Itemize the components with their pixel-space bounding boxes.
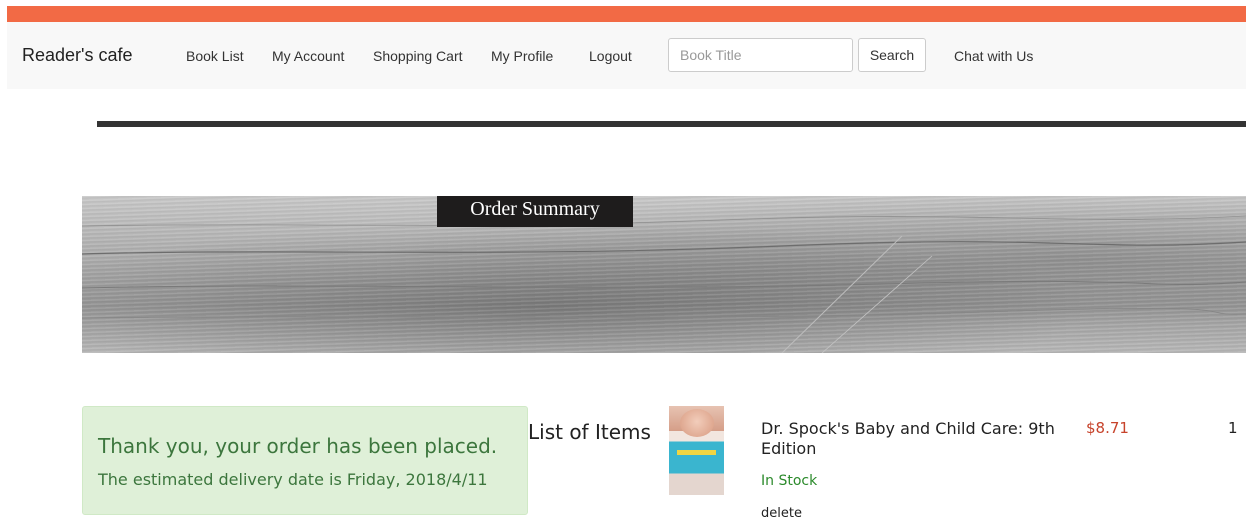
order-confirmation-alert: Thank you, your order has been placed. T… [82, 406, 528, 515]
item-price: $8.71 [1086, 419, 1129, 437]
item-title[interactable]: Dr. Spock's Baby and Child Care: 9th Edi… [761, 419, 1061, 459]
accent-bar [7, 6, 1246, 22]
wood-texture [82, 215, 1246, 353]
baby-photo-icon [680, 409, 714, 437]
nav-item-my-profile[interactable]: My Profile [491, 48, 553, 64]
items-heading: List of Items [528, 420, 651, 444]
nav-item-logout[interactable]: Logout [589, 48, 632, 64]
confirmation-message: Thank you, your order has been placed. [98, 434, 498, 458]
order-summary-banner: Order Summary [82, 196, 1246, 353]
delivery-date-text: The estimated delivery date is Friday, 2… [98, 470, 488, 489]
search-button[interactable]: Search [858, 38, 926, 72]
book-cover-image[interactable] [669, 406, 724, 495]
item-quantity: 1 [1228, 419, 1238, 437]
nav-item-book-list[interactable]: Book List [186, 48, 244, 64]
navbar: Reader's cafe Book List My Account Shopp… [7, 22, 1246, 89]
nav-item-my-account[interactable]: My Account [272, 48, 344, 64]
brand-logo[interactable]: Reader's cafe [22, 45, 133, 66]
nav-item-shopping-cart[interactable]: Shopping Cart [373, 48, 463, 64]
search-input[interactable] [668, 38, 853, 72]
page-title: Order Summary [437, 196, 633, 227]
stock-status: In Stock [761, 473, 818, 489]
delete-link[interactable]: delete [761, 506, 802, 521]
cover-band [677, 450, 716, 455]
section-divider [97, 121, 1246, 127]
nav-item-chat[interactable]: Chat with Us [954, 48, 1033, 64]
